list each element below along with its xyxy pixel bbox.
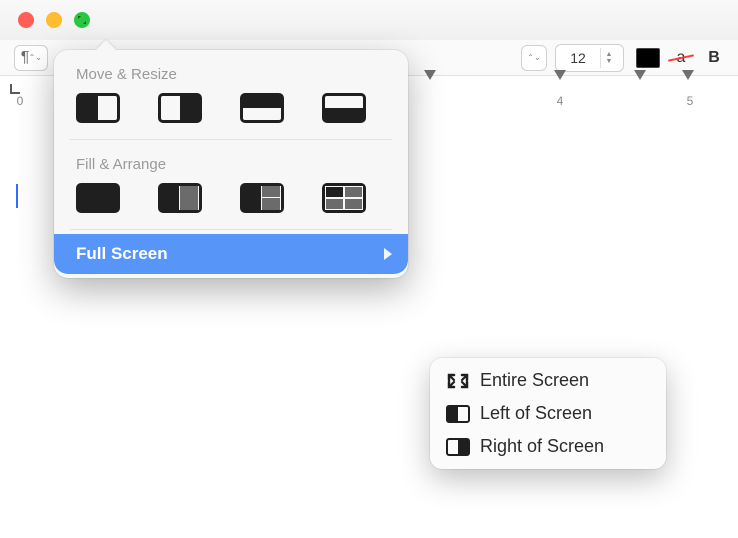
traffic-lights [18,12,90,28]
stepper-icon: ⌃⌄ [29,53,41,62]
full-screen-menu-item[interactable]: Full Screen [54,234,408,274]
minimize-button[interactable] [46,12,62,28]
ruler-tick: 4 [557,94,564,108]
move-top-half-button[interactable] [240,93,284,123]
submenu-item-left-of-screen[interactable]: Left of Screen [430,397,666,430]
chevron-right-icon [384,248,392,260]
full-screen-submenu: Entire Screen Left of Screen Right of Sc… [430,358,666,469]
section-title-move-resize: Move & Resize [54,50,408,93]
fill-screen-button[interactable] [76,183,120,213]
left-of-screen-icon [446,405,470,423]
move-resize-options [54,93,408,139]
font-size-input[interactable] [562,49,594,67]
text-color-swatch[interactable] [636,48,660,68]
window-arrange-popover: Move & Resize Fill & Arrange Full Screen [54,50,408,278]
submenu-label: Left of Screen [480,403,592,424]
arrange-four-button[interactable] [322,183,366,213]
full-screen-label: Full Screen [76,244,168,264]
arrange-two-button[interactable] [158,183,202,213]
close-button[interactable] [18,12,34,28]
entire-screen-icon [446,372,470,390]
section-title-fill-arrange: Fill & Arrange [54,140,408,183]
tab-stop-marker[interactable] [682,80,694,96]
paragraph-style-button[interactable]: ¶⌃⌄ [14,45,48,71]
bold-button[interactable]: B [704,49,724,67]
triangle-down-icon [682,70,694,96]
stepper-icon: ⌃⌄ [528,53,540,62]
ruler-tick: 0 [17,94,24,108]
submenu-item-right-of-screen[interactable]: Right of Screen [430,430,666,463]
ruler-tick: 5 [687,94,694,108]
window-titlebar [0,0,738,41]
move-bottom-half-button[interactable] [322,93,366,123]
zoom-icon [77,15,87,25]
triangle-down-icon [424,70,436,96]
right-of-screen-icon [446,438,470,456]
strikethrough-button[interactable]: a [670,49,692,67]
submenu-item-entire-screen[interactable]: Entire Screen [430,364,666,397]
tab-stop-marker[interactable] [424,80,436,96]
font-size-field[interactable]: ▲▼ [555,44,624,72]
triangle-down-icon [554,70,566,96]
ruler-indent-marker[interactable] [10,84,20,94]
divider [70,229,392,230]
submenu-label: Entire Screen [480,370,589,391]
tab-stop-marker[interactable] [634,80,646,96]
triangle-down-icon [634,70,646,96]
arrange-three-button[interactable] [240,183,284,213]
font-family-dropdown[interactable]: ⌃⌄ [521,45,547,71]
font-size-stepper[interactable]: ▲▼ [600,48,617,68]
tab-stop-marker[interactable] [554,80,566,96]
move-right-half-button[interactable] [158,93,202,123]
move-left-half-button[interactable] [76,93,120,123]
zoom-button[interactable] [74,12,90,28]
fill-arrange-options [54,183,408,229]
submenu-label: Right of Screen [480,436,604,457]
text-cursor [16,184,18,208]
